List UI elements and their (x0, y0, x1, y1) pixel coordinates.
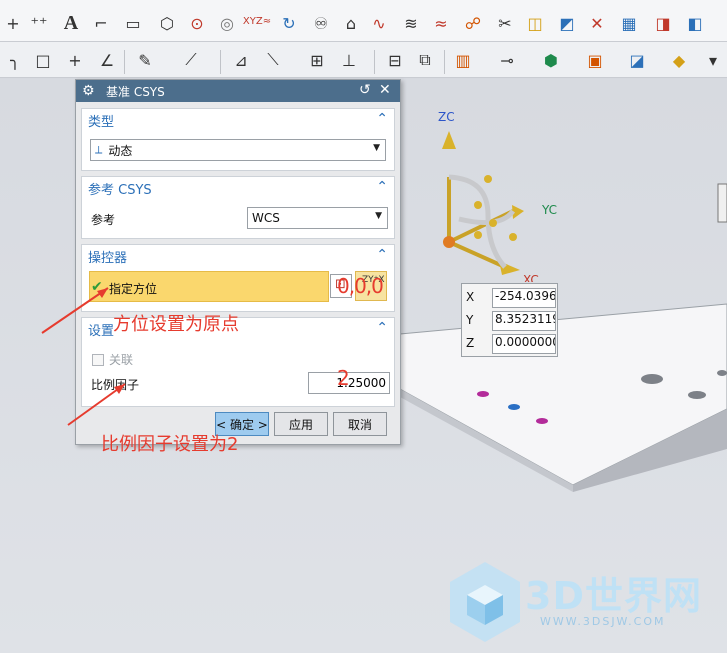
orientation-arrow (41, 287, 109, 334)
watermark-url: WWW.3DSJW.COM (540, 615, 666, 628)
scale-note: 比例因子设置为2 (101, 434, 239, 455)
orientation-note: 方位设置为原点 (113, 314, 239, 335)
watermark: 3D世界网 WWW.3DSJW.COM (445, 557, 715, 647)
scale-two-annotation: 2 (337, 366, 350, 390)
arrow-head (114, 384, 125, 394)
arrow-head (97, 288, 108, 298)
watermark-brand: 3D世界网 (525, 574, 702, 618)
watermark-cube-logo (450, 562, 520, 642)
annotation-arrows (41, 287, 126, 426)
